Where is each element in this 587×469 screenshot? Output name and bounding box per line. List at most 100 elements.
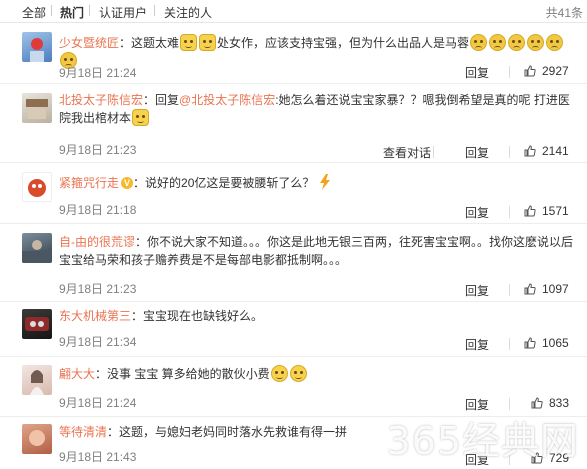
comment-timestamp: 9月18日 21:24 (59, 396, 137, 410)
avatar[interactable] (22, 93, 52, 123)
site-watermark: 365经典网 (386, 419, 579, 463)
angry-emoji-icon (470, 34, 488, 51)
avatar[interactable] (22, 424, 52, 454)
comment-item: 北投太子陈信宏：回复@北投太子陈信宏:她怎么着还说宝宝家暴？？嗯我倒希望是真的呢… (0, 84, 587, 163)
like-button[interactable]: 2927 (524, 64, 569, 78)
thumbs-up-icon (524, 205, 536, 217)
comment-total-count: 共41条 (545, 6, 583, 20)
comment-item: 紧箍咒行走 V ：说好的20亿这是要被腰斩了么？ 9月18日 21:18 回复 15… (0, 163, 587, 224)
comment-body: 少女暨统匠：这题太难 处女作，应该支持宝强，但为什么出品人是马蓉 (59, 34, 577, 70)
like-button[interactable]: 833 (531, 396, 569, 410)
like-button[interactable]: 1097 (524, 282, 569, 296)
comment-body: 紧箍咒行走 V ：说好的20亿这是要被腰斩了么？ (59, 174, 577, 192)
comment-item: 东大机械第三：宝宝现在也缺钱好么。 9月18日 21:34 回复 1065 (0, 302, 587, 357)
comment-username[interactable]: 自-由的很荒谬 (59, 235, 135, 249)
comment-item: 翩大大：没事 宝宝 算多给她的散伙小费 9月18日 21:24 回复 833 (0, 357, 587, 417)
avatar-image-icon (26, 99, 48, 119)
angry-emoji-icon (527, 34, 545, 51)
grin-emoji-icon (270, 365, 288, 382)
thumbs-up-icon (524, 337, 536, 349)
action-divider (509, 398, 510, 410)
reply-button[interactable]: 回复 (465, 144, 489, 161)
comment-username[interactable]: 翩大大 (59, 367, 95, 381)
comment-username[interactable]: 少女暨统匠 (59, 36, 119, 50)
action-divider (509, 146, 510, 158)
doge-emoji-icon (199, 34, 217, 51)
comment-timestamp: 9月18日 21:23 (59, 282, 137, 296)
avatar[interactable] (22, 233, 52, 263)
angry-emoji-icon (546, 34, 564, 51)
comment-username[interactable]: 北投太子陈信宏 (59, 93, 143, 107)
comment-timestamp: 9月18日 21:43 (59, 450, 137, 464)
lightning-icon (319, 174, 330, 190)
reply-button[interactable]: 回复 (465, 282, 489, 299)
comment-text: ：没事 宝宝 算多给她的散伙小费 (95, 367, 270, 381)
tab-following[interactable]: 关注的人 (164, 4, 212, 21)
tab-all[interactable]: 全部 (22, 4, 46, 21)
comment-timestamp: 9月18日 21:18 (59, 203, 137, 217)
like-count: 1571 (542, 204, 569, 218)
avatar-image-icon (22, 240, 52, 263)
tab-divider (154, 5, 155, 16)
angry-emoji-icon (489, 34, 507, 51)
comment-text: ：回复 (143, 93, 180, 107)
comment-body: 东大机械第三：宝宝现在也缺钱好么。 (59, 307, 577, 325)
reply-button[interactable]: 回复 (465, 64, 489, 81)
comment-body: 自-由的很荒谬：你不说大家不知道。。。你这是此地无银三百两，往死害宝宝啊。。找你… (59, 233, 577, 269)
tab-hot[interactable]: 热门 (60, 4, 84, 21)
avatar[interactable] (22, 32, 52, 62)
action-divider (509, 284, 510, 296)
thumbs-up-icon (524, 283, 536, 295)
thumbs-up-icon (531, 397, 543, 409)
avatar-image-icon (30, 38, 44, 62)
comment-text: ：这题，与媳妇老妈同时落水先救谁有得一拼 (107, 425, 348, 439)
view-conversation-link[interactable]: 查看对话 (383, 144, 431, 161)
like-count: 2927 (542, 64, 569, 78)
comment-filter-tabs: 全部 热门 认证用户 关注的人 共41条 (0, 0, 587, 23)
thumbs-up-icon (524, 65, 536, 77)
tab-verified-users[interactable]: 认证用户 (99, 4, 147, 21)
comment-text: ：说好的20亿这是要被腰斩了么？ (133, 176, 315, 190)
reply-button[interactable]: 回复 (465, 204, 489, 221)
comment-mention-link[interactable]: @北投太子陈信宏 (179, 93, 275, 107)
like-count: 1097 (542, 282, 569, 296)
avatar-image-icon (30, 370, 44, 395)
comment-username[interactable]: 等待清清 (59, 425, 107, 439)
like-count: 2141 (542, 144, 569, 158)
grin-emoji-icon (289, 365, 307, 382)
like-count: 1065 (542, 336, 569, 350)
action-divider (509, 66, 510, 78)
comment-item: 自-由的很荒谬：你不说大家不知道。。。你这是此地无银三百两，往死害宝宝啊。。找你… (0, 224, 587, 302)
comment-username[interactable]: 紧箍咒行走 (59, 176, 119, 190)
like-button[interactable]: 1571 (524, 204, 569, 218)
comment-body: 北投太子陈信宏：回复@北投太子陈信宏:她怎么着还说宝宝家暴？？嗯我倒希望是真的呢… (59, 91, 577, 127)
like-button[interactable]: 2141 (524, 144, 569, 158)
doge-emoji-icon (180, 34, 198, 51)
comment-text: ：宝宝现在也缺钱好么。 (131, 309, 264, 323)
comment-timestamp: 9月18日 21:23 (59, 143, 137, 157)
avatar-image-icon (28, 179, 46, 197)
avatar[interactable] (22, 309, 52, 339)
thumbs-up-icon (524, 145, 536, 157)
comment-item: 少女暨统匠：这题太难 处女作，应该支持宝强，但为什么出品人是马蓉 9月18日 21… (0, 23, 587, 84)
action-divider (509, 206, 510, 218)
reply-button[interactable]: 回复 (465, 336, 489, 353)
avatar-image-icon (25, 317, 49, 331)
angry-emoji-icon (508, 34, 526, 51)
comment-username[interactable]: 东大机械第三 (59, 309, 131, 323)
verified-v-icon: V (121, 177, 134, 189)
comment-text: ：这题太难 (119, 36, 180, 50)
avatar-image-icon (29, 430, 45, 446)
comment-text: ：你不说大家不知道。。。你这是此地无银三百两，往死害宝宝啊。。找你这麽说以后宝宝… (59, 235, 574, 267)
action-divider (509, 338, 510, 350)
doge-emoji-icon (132, 109, 150, 126)
like-button[interactable]: 1065 (524, 336, 569, 350)
tab-divider (51, 5, 52, 16)
avatar[interactable] (22, 365, 52, 395)
comment-timestamp: 9月18日 21:24 (59, 66, 137, 80)
comment-timestamp: 9月18日 21:34 (59, 335, 137, 349)
comment-text: 处女作，应该支持宝强，但为什么出品人是马蓉 (217, 36, 470, 50)
like-count: 833 (549, 396, 570, 410)
avatar[interactable] (22, 172, 52, 202)
action-divider (433, 146, 434, 158)
